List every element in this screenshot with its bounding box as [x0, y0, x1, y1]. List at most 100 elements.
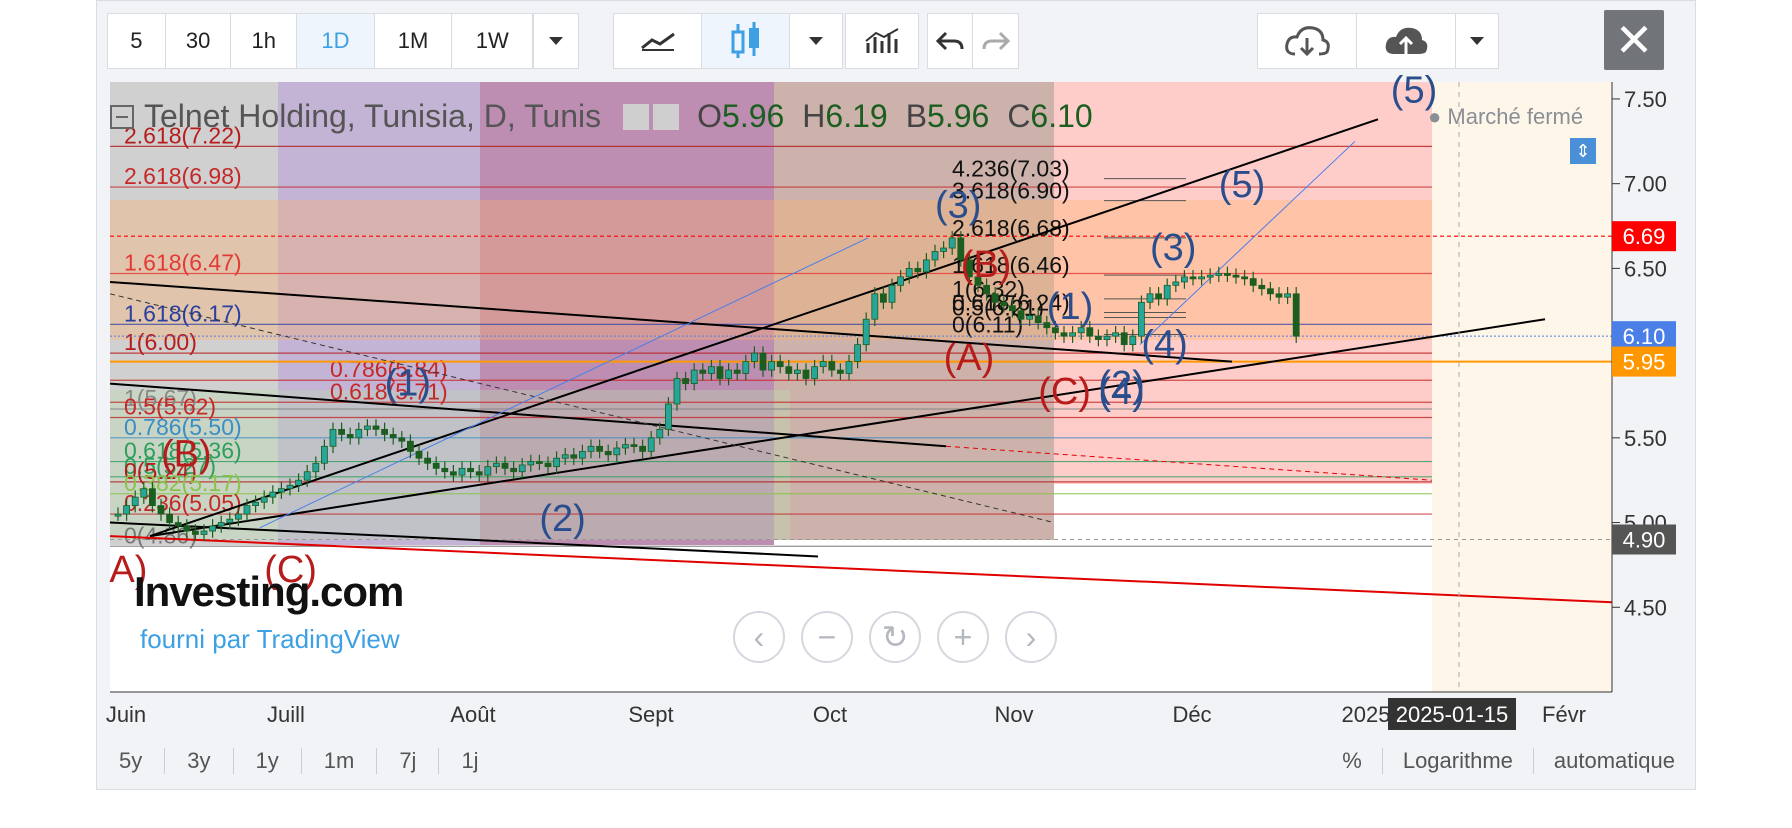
- candle-body-64: [665, 403, 672, 430]
- wave-label-4: (B): [961, 244, 1012, 286]
- candle-body-4: [148, 488, 156, 507]
- wave-label-1: (5): [1219, 164, 1265, 206]
- zoom-out-button[interactable]: −: [801, 611, 853, 663]
- wave-label-2: (3): [1150, 227, 1196, 269]
- x-tick-label-7: 2025: [1342, 702, 1391, 727]
- candle-body-30: [372, 425, 380, 430]
- y-tick-label-4: 5.50: [1624, 426, 1667, 451]
- candle-body-117: [1120, 332, 1128, 346]
- zoom-in-button[interactable]: +: [937, 611, 989, 663]
- low-label: B: [905, 98, 928, 134]
- candle-body-79: [794, 369, 801, 374]
- collapse-icon[interactable]: [110, 104, 134, 129]
- candle-body-73: [742, 361, 750, 374]
- candle-body-77: [776, 361, 784, 368]
- reset-button[interactable]: ↻: [869, 611, 921, 663]
- chevron-right-icon: ›: [1025, 618, 1037, 655]
- candle-body-53: [570, 454, 578, 459]
- candle-body-40: [458, 467, 466, 476]
- close-label: C: [1007, 98, 1031, 134]
- candle-body-44: [492, 462, 500, 468]
- candle-body-110: [1060, 332, 1068, 337]
- candle-body-92: [905, 267, 913, 278]
- candle-body-8: [183, 525, 191, 532]
- candle-body-23: [312, 462, 320, 473]
- candle-body-125: [1189, 276, 1197, 280]
- candle-body-7: [174, 522, 182, 527]
- candle-body-90: [888, 284, 896, 303]
- candle-body-134: [1267, 288, 1274, 295]
- wave-label-6: (4): [1141, 324, 1187, 366]
- candle-body-16: [252, 501, 260, 507]
- candle-body-102: [991, 293, 999, 303]
- high-value: 6.19: [825, 98, 888, 134]
- candle-body-81: [811, 366, 818, 379]
- candle-body-62: [647, 437, 655, 452]
- open-value: 5.96: [722, 98, 785, 134]
- candle-body-25: [329, 428, 337, 447]
- candle-body-6: [166, 513, 174, 523]
- candle-body-120: [1146, 293, 1154, 303]
- candle-body-20: [286, 484, 294, 490]
- candle-body-128: [1215, 273, 1223, 276]
- candle-body-54: [579, 450, 586, 459]
- close-value: 6.10: [1030, 98, 1093, 134]
- symbol-title: Telnet Holding, Tunisia, D, Tunis: [144, 98, 602, 134]
- price-tag-text-2: 5.95: [1623, 350, 1666, 375]
- eye-icon[interactable]: [623, 103, 650, 130]
- candle-body-101: [983, 284, 990, 295]
- candle-body-116: [1112, 332, 1119, 337]
- candle-body-82: [819, 361, 827, 368]
- candle-body-135: [1275, 293, 1283, 298]
- candle-body-52: [561, 454, 569, 459]
- candle-body-22: [303, 471, 311, 481]
- wave-label-13: (2): [539, 498, 585, 540]
- wave-label-7: (A): [944, 337, 995, 379]
- candle-body-56: [596, 445, 603, 452]
- fib-zone-band: [110, 200, 1432, 340]
- candle-body-114: [1095, 335, 1102, 340]
- candle-body-5: [157, 505, 165, 515]
- candle-body-89: [880, 293, 887, 303]
- candle-body-42: [475, 471, 483, 476]
- candle-body-118: [1129, 335, 1137, 346]
- candle-body-31: [381, 428, 389, 435]
- x-tick-label-1: Juill: [267, 702, 305, 727]
- candle-body-35: [415, 450, 423, 459]
- price-tag-text-1: 6.10: [1623, 324, 1666, 349]
- candle-body-60: [630, 444, 638, 448]
- candle-body-33: [398, 437, 406, 442]
- x-tick-label-0: Juin: [106, 702, 146, 727]
- x-tick-label-5: Nov: [994, 702, 1033, 727]
- candle-body-29: [363, 425, 371, 430]
- gear-icon[interactable]: [653, 103, 680, 130]
- scroll-right-button[interactable]: ›: [1005, 611, 1057, 663]
- y-tick-label-2: 6.50: [1624, 256, 1667, 281]
- candle-body-112: [1077, 327, 1085, 334]
- candle-body-124: [1181, 276, 1188, 283]
- expand-icon[interactable]: ⇕: [1570, 138, 1596, 164]
- investing-logo: Investing.com: [134, 568, 404, 615]
- fib-label-4: 1(6.00): [124, 329, 197, 355]
- candle-body-18: [269, 491, 277, 498]
- candle-body-46: [510, 467, 518, 473]
- x-tick-label-2: Août: [450, 702, 495, 727]
- candle-body-15: [243, 505, 251, 515]
- candle-body-36: [424, 457, 432, 464]
- candle-body-72: [733, 369, 741, 374]
- fib-label-1: 2.618(6.98): [124, 163, 242, 189]
- candle-body-137: [1292, 293, 1300, 337]
- candle-body-12: [217, 522, 225, 527]
- candle-body-111: [1069, 332, 1076, 337]
- candle-body-103: [1000, 301, 1008, 307]
- market-status: ● Marché fermé: [1428, 104, 1584, 129]
- candle-body-78: [785, 366, 793, 374]
- candle-body-75: [759, 352, 767, 371]
- high-label: H: [802, 98, 826, 134]
- candle-body-21: [295, 479, 303, 486]
- candle-body-88: [871, 293, 879, 320]
- candle-body-48: [527, 461, 535, 466]
- scroll-left-button[interactable]: ‹: [733, 611, 785, 663]
- candle-body-39: [449, 471, 457, 476]
- provider-credit[interactable]: fourni par TradingView: [140, 624, 400, 655]
